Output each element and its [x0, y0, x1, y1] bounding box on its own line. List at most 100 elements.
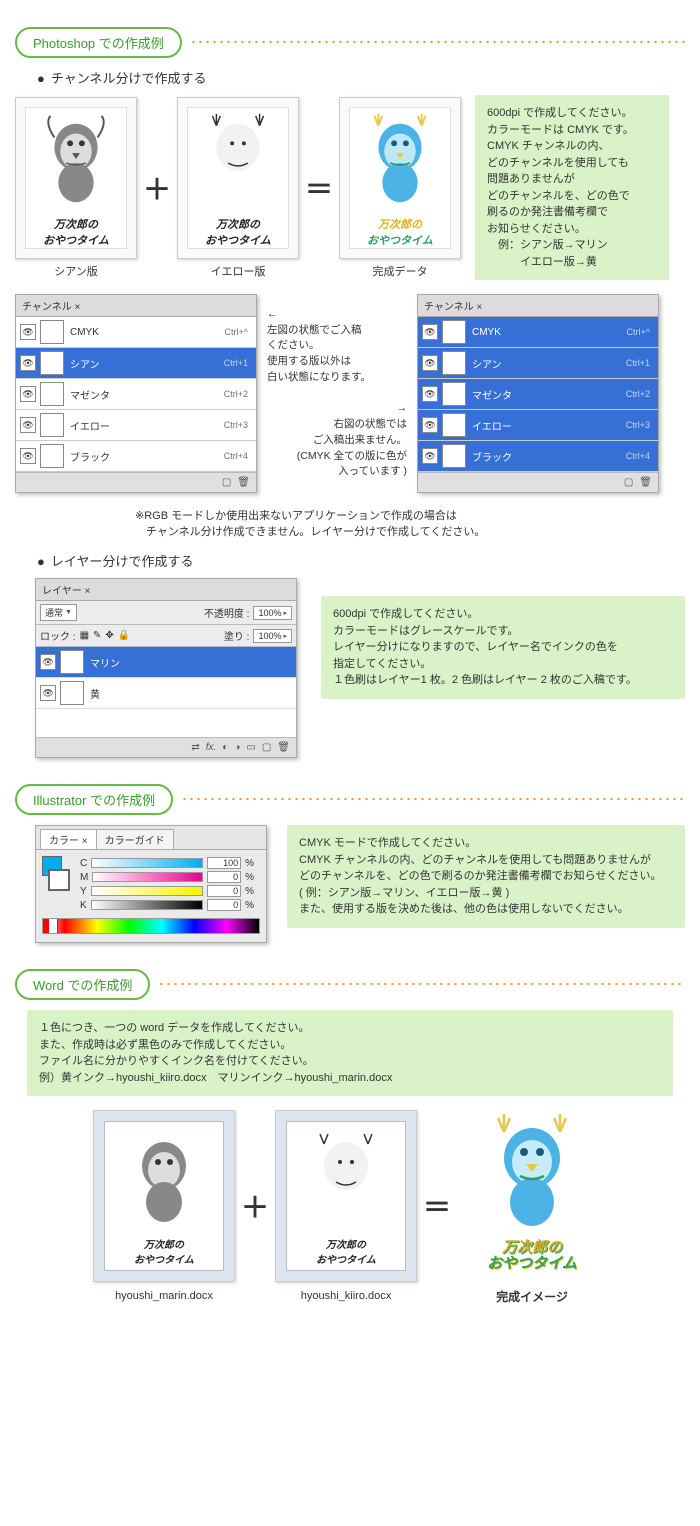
c-label: C	[80, 858, 87, 869]
visibility-icon[interactable]: 👁	[20, 324, 36, 340]
visibility-icon[interactable]: 👁	[422, 386, 438, 402]
channels-panel-right: チャンネル × 👁 CMYK Ctrl+^ 👁 シアン Ctrl+1 👁 マゼン…	[417, 294, 659, 493]
visibility-icon[interactable]: 👁	[422, 448, 438, 464]
blend-mode-select[interactable]: 通常▼	[40, 604, 77, 621]
y-label: Y	[80, 886, 87, 897]
c-value[interactable]: 100	[207, 857, 241, 869]
channel-cmyk[interactable]: 👁 CMYK Ctrl+^	[16, 317, 256, 348]
new-channel-icon[interactable]: ▢	[222, 477, 231, 488]
penguin-cyan-art	[36, 108, 116, 216]
channel-magenta[interactable]: 👁 マゼンタ Ctrl+2	[16, 379, 256, 410]
equals-icon: ＝	[305, 168, 333, 208]
c-slider[interactable]	[91, 858, 203, 868]
dotted-line	[181, 798, 685, 800]
penguin-final-art	[360, 108, 440, 216]
link-layers-icon[interactable]: ⇄	[191, 742, 199, 753]
channel-black[interactable]: 👁 ブラック Ctrl+4	[418, 441, 658, 472]
channel-cyan[interactable]: 👁 シアン Ctrl+1	[418, 348, 658, 379]
visibility-icon[interactable]: 👁	[422, 324, 438, 340]
penguin-kiiro-art	[306, 1126, 386, 1236]
m-label: M	[80, 872, 88, 883]
final-plate: 万次郎の おやつタイム 完成データ	[339, 97, 461, 279]
lock-all-icon[interactable]: 🔒	[118, 630, 130, 641]
illustrator-section-header: Illustrator での作成例	[15, 784, 685, 815]
lock-move-icon[interactable]: ✥	[105, 630, 113, 641]
delete-channel-icon[interactable]: 🗑	[639, 477, 652, 488]
word-final-label: 完成イメージ	[496, 1288, 568, 1305]
channels-panel-header: チャンネル ×	[16, 295, 256, 317]
new-channel-icon[interactable]: ▢	[624, 477, 633, 488]
channel-black[interactable]: 👁 ブラック Ctrl+4	[16, 441, 256, 472]
visibility-icon[interactable]: 👁	[422, 355, 438, 371]
fill-input[interactable]: 100%▸	[253, 629, 292, 643]
layer-yellow[interactable]: 👁 黄	[36, 678, 296, 709]
channel-yellow[interactable]: 👁 イエロー Ctrl+3	[16, 410, 256, 441]
yellow-plate-label: イエロー版	[211, 263, 266, 279]
cyan-plate-label: シアン版	[54, 263, 98, 279]
color-tab-active[interactable]: カラー ×	[40, 829, 97, 849]
visibility-icon[interactable]: 👁	[20, 417, 36, 433]
subheading-layer-split: レイヤー分けで作成する	[37, 551, 685, 570]
visibility-icon[interactable]: 👁	[422, 417, 438, 433]
penguin-marin-art	[124, 1126, 204, 1236]
delete-layer-icon[interactable]: 🗑	[277, 742, 290, 753]
k-label: K	[80, 900, 87, 911]
delete-channel-icon[interactable]: 🗑	[237, 477, 250, 488]
y-value[interactable]: 0	[207, 885, 241, 897]
word-kiiro-plate: 万次郎のおやつタイム hyoushi_kiiro.docx	[275, 1110, 417, 1302]
layers-panel: レイヤー × 通常▼ 不透明度 : 100%▸ ロック : ▦ ✎ ✥ 🔒 塗り…	[35, 578, 297, 758]
lock-transparent-icon[interactable]: ▦	[80, 630, 89, 641]
y-slider[interactable]	[91, 886, 203, 896]
visibility-icon[interactable]: 👁	[20, 386, 36, 402]
penguin-color-final-art	[477, 1110, 587, 1240]
new-layer-icon[interactable]: ▢	[262, 742, 271, 753]
equals-icon: ＝	[423, 1186, 451, 1226]
word-label: Word での作成例	[15, 969, 150, 1000]
layer-note-box: 600dpi で作成してください。 カラーモードはグレースケールです。 レイヤー…	[321, 596, 685, 699]
plus-icon: ＋	[241, 1186, 269, 1226]
channel-yellow[interactable]: 👁 イエロー Ctrl+3	[418, 410, 658, 441]
mask-icon[interactable]: ◐	[222, 742, 228, 753]
word-file1-label: hyoushi_marin.docx	[115, 1290, 213, 1302]
channels-footer: ▢ 🗑	[418, 472, 658, 492]
rgb-note: ※RGB モードしか使用出来ないアプリケーションで作成の場合は チャンネル分け作…	[135, 507, 685, 539]
dotted-line	[158, 983, 685, 985]
visibility-icon[interactable]: 👁	[20, 448, 36, 464]
photoshop-note-box: 600dpi で作成してください。 カラーモードは CMYK です。 CMYK …	[475, 95, 669, 280]
subheading-channel-split: チャンネル分けで作成する	[37, 68, 685, 87]
visibility-icon[interactable]: 👁	[20, 355, 36, 371]
plus-icon: ＋	[143, 168, 171, 208]
word-file2-label: hyoushi_kiiro.docx	[301, 1290, 392, 1302]
illustrator-label: Illustrator での作成例	[15, 784, 173, 815]
color-guide-tab[interactable]: カラーガイド	[96, 829, 174, 849]
cyan-plate: 万次郎のおやつタイム シアン版	[15, 97, 137, 279]
m-slider[interactable]	[92, 872, 203, 882]
channel-magenta[interactable]: 👁 マゼンタ Ctrl+2	[418, 379, 658, 410]
final-plate-label: 完成データ	[373, 263, 428, 279]
channels-footer: ▢ 🗑	[16, 472, 256, 492]
word-equation-row: 万次郎のおやつタイム hyoushi_marin.docx ＋ 万次郎のおやつタ…	[15, 1106, 685, 1305]
channels-panel-left: チャンネル × 👁 CMYK Ctrl+^ 👁 シアン Ctrl+1 👁 マゼン…	[15, 294, 257, 493]
word-marin-plate: 万次郎のおやつタイム hyoushi_marin.docx	[93, 1110, 235, 1302]
layer-marin[interactable]: 👁 マリン	[36, 647, 296, 678]
channels-panels-row: チャンネル × 👁 CMYK Ctrl+^ 👁 シアン Ctrl+1 👁 マゼン…	[15, 294, 685, 493]
visibility-icon[interactable]: 👁	[40, 654, 56, 670]
layers-panel-title: レイヤー ×	[42, 582, 90, 597]
adjustment-icon[interactable]: ◑	[234, 742, 240, 753]
spectrum-bar[interactable]	[42, 918, 260, 934]
channels-panel-header: チャンネル ×	[418, 295, 658, 317]
opacity-input[interactable]: 100%▸	[253, 606, 292, 620]
lock-paint-icon[interactable]: ✎	[93, 630, 101, 641]
channel-cmyk[interactable]: 👁 CMYK Ctrl+^	[418, 317, 658, 348]
channel-cyan[interactable]: 👁 シアン Ctrl+1	[16, 348, 256, 379]
photoshop-label: Photoshop での作成例	[15, 27, 182, 58]
group-icon[interactable]: ▭	[246, 742, 255, 753]
stroke-swatch[interactable]	[48, 869, 70, 891]
layers-row: レイヤー × 通常▼ 不透明度 : 100%▸ ロック : ▦ ✎ ✥ 🔒 塗り…	[15, 578, 685, 758]
photoshop-section-header: Photoshop での作成例	[15, 27, 685, 58]
k-value[interactable]: 0	[207, 899, 241, 911]
fx-icon[interactable]: fx.	[206, 742, 217, 753]
m-value[interactable]: 0	[207, 871, 241, 883]
visibility-icon[interactable]: 👁	[40, 685, 56, 701]
k-slider[interactable]	[91, 900, 203, 910]
